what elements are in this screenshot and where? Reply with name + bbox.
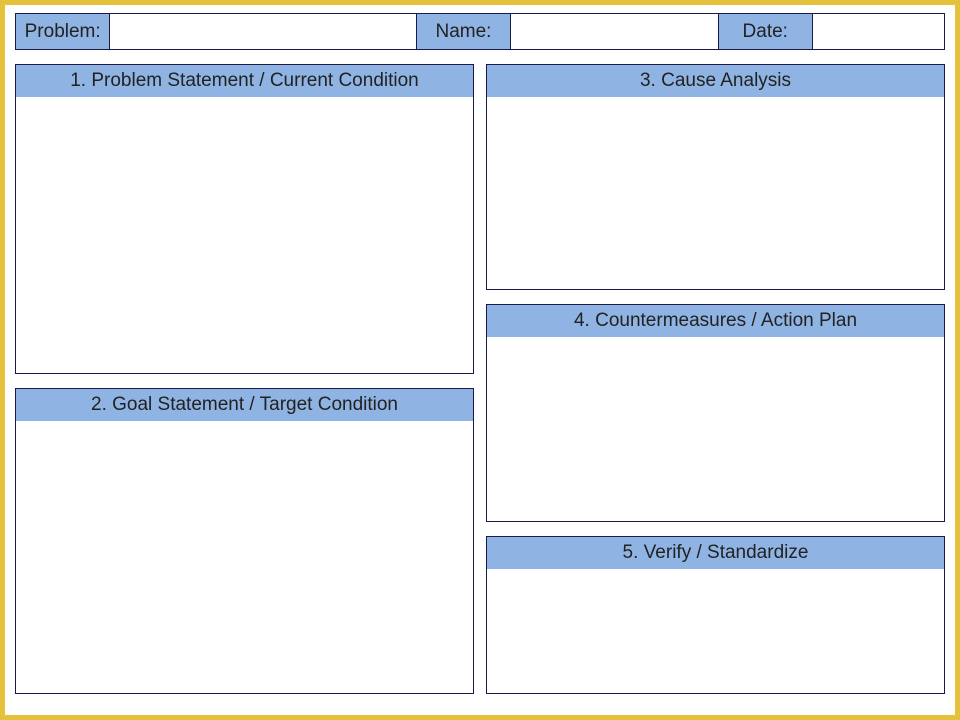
- panel-goal-statement: 2. Goal Statement / Target Condition: [15, 388, 474, 694]
- panel-verify-standardize: 5. Verify / Standardize: [486, 536, 945, 694]
- left-column: 1. Problem Statement / Current Condition…: [15, 64, 474, 694]
- panel-cause-analysis: 3. Cause Analysis: [486, 64, 945, 290]
- panel-body[interactable]: [16, 97, 473, 373]
- panel-title: 1. Problem Statement / Current Condition: [16, 65, 473, 97]
- date-input[interactable]: [812, 14, 944, 50]
- panel-title: 3. Cause Analysis: [487, 65, 944, 97]
- panel-title: 5. Verify / Standardize: [487, 537, 944, 569]
- panel-countermeasures: 4. Countermeasures / Action Plan: [486, 304, 945, 522]
- date-label: Date:: [718, 14, 812, 50]
- right-column: 3. Cause Analysis 4. Countermeasures / A…: [486, 64, 945, 694]
- panel-body[interactable]: [487, 97, 944, 289]
- name-label: Name:: [416, 14, 510, 50]
- panel-title: 4. Countermeasures / Action Plan: [487, 305, 944, 337]
- columns: 1. Problem Statement / Current Condition…: [15, 64, 945, 694]
- problem-label: Problem:: [16, 14, 110, 50]
- panel-problem-statement: 1. Problem Statement / Current Condition: [15, 64, 474, 374]
- header-table: Problem: Name: Date:: [15, 13, 945, 50]
- panel-title: 2. Goal Statement / Target Condition: [16, 389, 473, 421]
- problem-input[interactable]: [110, 14, 417, 50]
- panel-body[interactable]: [487, 569, 944, 693]
- name-input[interactable]: [511, 14, 718, 50]
- panel-body[interactable]: [487, 337, 944, 521]
- panel-body[interactable]: [16, 421, 473, 693]
